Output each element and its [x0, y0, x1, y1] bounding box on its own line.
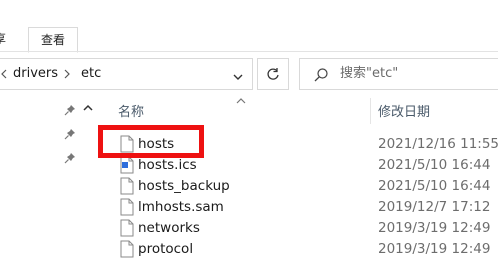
search-input[interactable]: 搜索"etc"	[340, 59, 398, 89]
column-header-name[interactable]: 名称	[118, 104, 144, 122]
breadcrumb-etc[interactable]: etc	[81, 59, 101, 89]
file-row[interactable]: hosts 2021/12/16 11:55	[108, 134, 498, 155]
column-divider[interactable]	[370, 98, 371, 124]
file-icon	[120, 177, 134, 195]
breadcrumb-drivers[interactable]: drivers	[13, 59, 58, 89]
file-name[interactable]: hosts_backup	[138, 176, 230, 197]
file-name[interactable]: lmhosts.sam	[138, 197, 224, 218]
ribbon: 享 查看	[0, 0, 498, 53]
refresh-button[interactable]	[257, 58, 289, 90]
file-date: 2021/5/10 16:44	[378, 178, 491, 194]
breadcrumb-separator-icon[interactable]	[1, 59, 7, 89]
pin-icon	[64, 152, 76, 164]
file-icon	[120, 135, 134, 153]
file-date: 2021/5/10 16:44	[378, 157, 491, 173]
search-box[interactable]: 搜索"etc"	[299, 58, 498, 90]
file-name[interactable]: hosts.ics	[138, 155, 197, 176]
scroll-up-arrow-icon[interactable]	[83, 102, 93, 112]
file-name[interactable]: networks	[138, 218, 200, 239]
address-bar[interactable]: drivers etc	[0, 58, 253, 90]
tab-share[interactable]: 享	[0, 27, 6, 51]
file-name[interactable]: protocol	[138, 239, 193, 260]
search-icon	[313, 67, 329, 83]
file-icon	[120, 219, 134, 237]
file-row[interactable]: protocol 2019/3/19 12:49	[108, 239, 498, 260]
tab-view[interactable]: 查看	[28, 27, 78, 53]
breadcrumb-chevron-icon[interactable]	[64, 59, 70, 89]
file-date: 2019/12/7 17:12	[378, 199, 491, 215]
file-icon	[120, 198, 134, 216]
refresh-icon	[266, 67, 280, 85]
file-date: 2019/3/19 12:49	[378, 241, 491, 257]
column-header-date-modified[interactable]: 修改日期	[378, 104, 430, 122]
navigation-pane[interactable]	[0, 92, 104, 261]
pin-icon	[64, 128, 76, 140]
chevron-down-icon[interactable]	[233, 70, 243, 80]
ics-file-icon	[120, 156, 134, 174]
file-date: 2021/12/16 11:55	[378, 136, 498, 152]
sort-ascending-icon	[235, 94, 247, 104]
file-row[interactable]: networks 2019/3/19 12:49	[108, 218, 498, 239]
file-row[interactable]: hosts.ics 2021/5/10 16:44	[108, 155, 498, 176]
file-name[interactable]: hosts	[138, 134, 174, 155]
file-icon	[120, 240, 134, 258]
file-row[interactable]: lmhosts.sam 2019/12/7 17:12	[108, 197, 498, 218]
ribbon-divider	[0, 51, 498, 52]
file-date: 2019/3/19 12:49	[378, 220, 491, 236]
pin-icon	[64, 104, 76, 116]
file-row[interactable]: hosts_backup 2021/5/10 16:44	[108, 176, 498, 197]
